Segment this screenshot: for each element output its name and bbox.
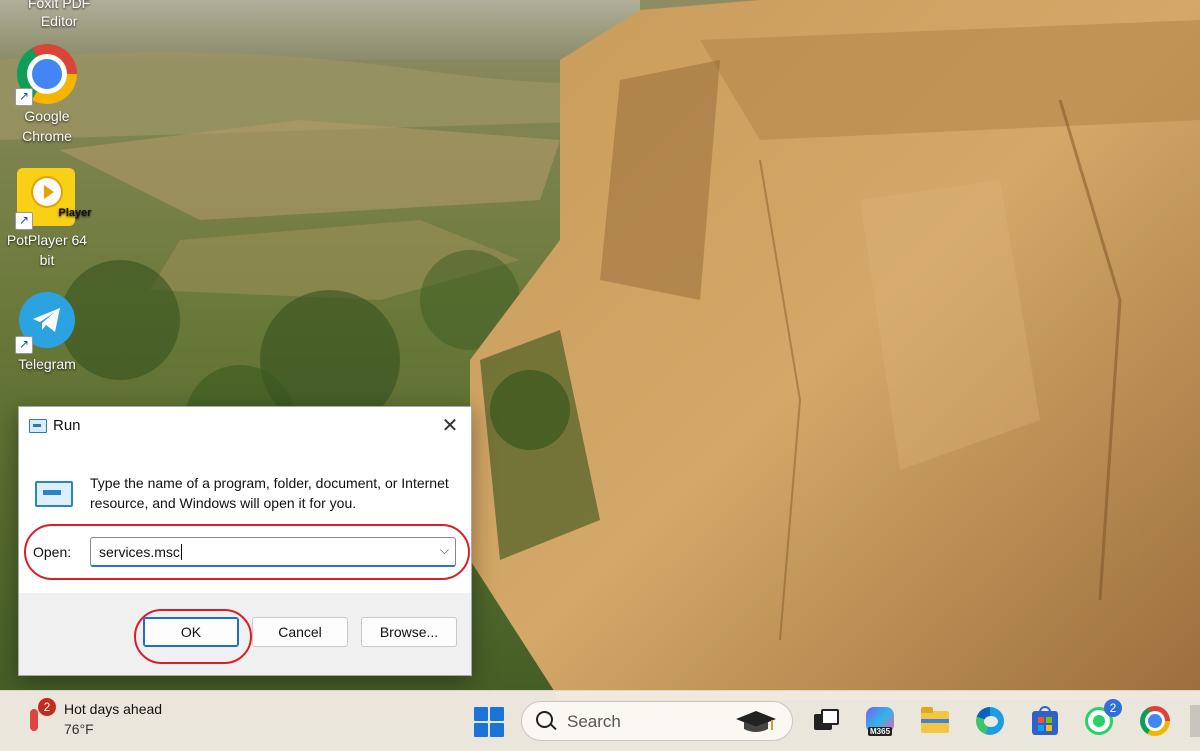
desktop-icon-label: PotPlayer 64 bit bbox=[6, 232, 88, 268]
desktop-icon-telegram[interactable]: ↗ Telegram bbox=[1, 292, 93, 374]
start-button[interactable] bbox=[474, 707, 504, 737]
potplayer-logo-text: Player bbox=[58, 207, 92, 219]
weather-widget[interactable]: 2 Hot days ahead 76°F bbox=[22, 698, 222, 743]
shortcut-arrow-icon: ↗ bbox=[15, 212, 33, 230]
chrome-icon: ↗ bbox=[15, 44, 77, 106]
run-dialog: Run ✕ Type the name of a program, folder… bbox=[18, 406, 472, 676]
taskbar: 2 Hot days ahead 76°F Search M365 2 bbox=[0, 690, 1200, 751]
task-view-icon[interactable] bbox=[810, 705, 842, 737]
shortcut-arrow-icon: ↗ bbox=[15, 336, 33, 354]
cancel-button[interactable]: Cancel bbox=[252, 617, 348, 647]
chevron-down-icon[interactable]: ⌵ bbox=[440, 543, 449, 558]
desktop-icon-chrome[interactable]: ↗ Google Chrome bbox=[1, 44, 93, 146]
desktop-icon-potplayer[interactable]: Player ↗ PotPlayer 64 bit bbox=[1, 168, 93, 270]
dialog-footer: OK Cancel Browse... bbox=[19, 593, 471, 675]
whatsapp-icon[interactable]: 2 bbox=[1084, 699, 1122, 737]
weather-title: Hot days ahead bbox=[64, 701, 163, 717]
weather-temp: 76°F bbox=[64, 721, 94, 737]
m365-icon[interactable]: M365 bbox=[864, 705, 896, 737]
telegram-icon: ↗ bbox=[15, 292, 77, 354]
browse-button[interactable]: Browse... bbox=[361, 617, 457, 647]
ok-button[interactable]: OK bbox=[143, 617, 239, 647]
taskbar-overflow-edge bbox=[1190, 705, 1200, 737]
desktop-icon-label: Google Chrome bbox=[22, 108, 72, 144]
thermometer-icon bbox=[30, 709, 38, 731]
search-icon bbox=[536, 711, 553, 728]
run-window-icon bbox=[29, 419, 47, 433]
taskbar-search[interactable]: Search bbox=[521, 701, 793, 741]
desktop-icon-foxit-label[interactable]: Foxit PDF Editor bbox=[28, 0, 90, 30]
m365-label: M365 bbox=[868, 727, 893, 736]
chrome-taskbar-icon[interactable] bbox=[1139, 705, 1171, 737]
close-button[interactable]: ✕ bbox=[439, 415, 461, 437]
shortcut-arrow-icon: ↗ bbox=[15, 88, 33, 106]
file-explorer-icon[interactable] bbox=[919, 705, 951, 737]
desktop-icon-label: Telegram bbox=[18, 356, 76, 372]
run-program-icon bbox=[35, 481, 73, 507]
microsoft-store-icon[interactable] bbox=[1029, 705, 1061, 737]
graduation-cap-icon bbox=[736, 711, 776, 732]
open-label: Open: bbox=[33, 544, 72, 560]
edge-icon[interactable] bbox=[974, 705, 1006, 737]
open-input-value[interactable]: services.msc bbox=[99, 544, 180, 560]
weather-badge: 2 bbox=[38, 698, 56, 716]
text-caret bbox=[180, 544, 182, 560]
dialog-title: Run bbox=[53, 417, 81, 434]
dialog-description: Type the name of a program, folder, docu… bbox=[90, 475, 449, 511]
open-combobox[interactable]: services.msc ⌵ bbox=[90, 537, 456, 567]
search-placeholder: Search bbox=[567, 712, 621, 731]
potplayer-icon: Player ↗ bbox=[15, 168, 92, 230]
title-bar[interactable]: Run ✕ bbox=[19, 407, 471, 445]
whatsapp-badge: 2 bbox=[1104, 699, 1122, 717]
